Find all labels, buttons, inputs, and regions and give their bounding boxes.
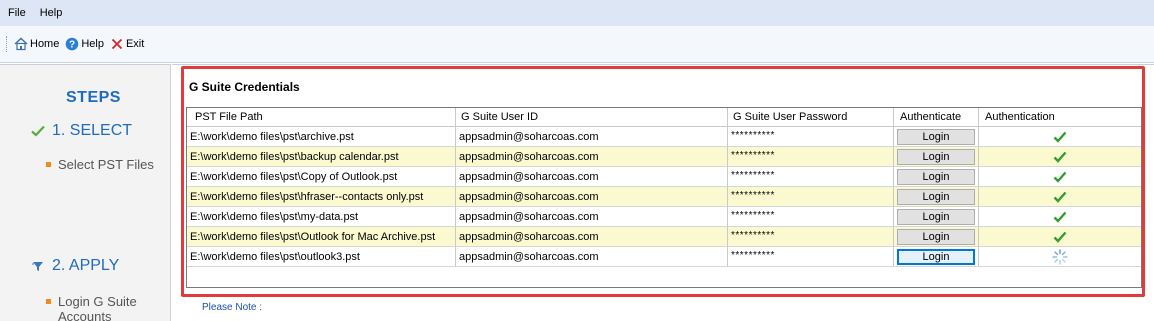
authentication-status-cell (979, 207, 1141, 227)
checkmark-icon (1053, 151, 1067, 163)
checkmark-icon (1053, 171, 1067, 183)
substep-login-accounts-label: Login G Suite Accounts (58, 294, 137, 321)
exit-button[interactable]: Exit (110, 37, 144, 51)
column-header-pst-path[interactable]: PST File Path (187, 108, 456, 126)
authenticate-cell: Login (894, 247, 979, 267)
login-button[interactable]: Login (897, 188, 975, 205)
password-cell[interactable]: ********** (728, 247, 894, 267)
pst-path-cell[interactable]: E:\work\demo files\pst\archive.pst (187, 127, 456, 147)
authenticate-cell: Login (894, 127, 979, 147)
substep-login-line1: Login G Suite (58, 294, 137, 309)
user-id-cell[interactable]: appsadmin@soharcoas.com (456, 247, 728, 267)
user-id-cell[interactable]: appsadmin@soharcoas.com (456, 207, 728, 227)
menu-file[interactable]: File (8, 7, 26, 19)
password-cell[interactable]: ********** (728, 147, 894, 167)
menu-bar: File Help (0, 0, 1154, 26)
bullet-icon (46, 162, 51, 167)
authentication-status-cell (979, 247, 1141, 267)
authenticate-cell: Login (894, 167, 979, 187)
grid-header-row: PST File Path G Suite User ID G Suite Us… (187, 108, 1141, 127)
authenticate-cell: Login (894, 187, 979, 207)
login-button[interactable]: Login (897, 128, 975, 145)
table-row[interactable]: E:\work\demo files\pst\archive.pst appsa… (187, 127, 1141, 147)
toolbar-grip (6, 36, 9, 52)
panel-title: G Suite Credentials (189, 80, 300, 94)
svg-text:?: ? (69, 40, 75, 51)
login-button[interactable]: Login (897, 148, 975, 165)
step-apply-label: 2. APPLY (52, 257, 120, 274)
spinner-icon (1052, 248, 1068, 265)
column-header-authenticate[interactable]: Authenticate (894, 108, 979, 126)
authentication-status-cell (979, 127, 1141, 147)
password-cell[interactable]: ********** (728, 187, 894, 207)
checkmark-icon (1053, 191, 1067, 203)
checkmark-icon (1053, 231, 1067, 243)
menu-help[interactable]: Help (40, 7, 63, 19)
authentication-status-cell (979, 187, 1141, 207)
step-select-label: 1. SELECT (52, 122, 133, 139)
login-button[interactable]: Login (897, 168, 975, 185)
authentication-status-cell (979, 147, 1141, 167)
home-icon (14, 37, 28, 51)
pst-path-cell[interactable]: E:\work\demo files\pst\Outlook for Mac A… (187, 227, 456, 247)
pst-path-cell[interactable]: E:\work\demo files\pst\outlook3.pst (187, 247, 456, 267)
help-label: Help (81, 38, 104, 50)
user-id-cell[interactable]: appsadmin@soharcoas.com (456, 227, 728, 247)
table-row[interactable]: E:\work\demo files\pst\backup calendar.p… (187, 147, 1141, 167)
password-cell[interactable]: ********** (728, 127, 894, 147)
help-button[interactable]: ? Help (65, 37, 104, 51)
table-row[interactable]: E:\work\demo files\pst\outlook3.pst apps… (187, 247, 1141, 267)
login-button[interactable]: Login (897, 228, 975, 245)
checkmark-icon (1053, 211, 1067, 223)
steps-sidebar: STEPS 1. SELECT Select PST Files 2. APPL… (0, 64, 171, 321)
authenticate-cell: Login (894, 227, 979, 247)
user-id-cell[interactable]: appsadmin@soharcoas.com (456, 187, 728, 207)
toolbar: Home ? Help Exit (0, 26, 1154, 63)
login-button[interactable]: Login (897, 248, 975, 265)
column-header-password[interactable]: G Suite User Password (728, 108, 894, 126)
steps-title: STEPS (66, 89, 121, 106)
checkmark-icon (30, 123, 46, 139)
exit-label: Exit (125, 38, 145, 50)
home-label: Home (30, 38, 60, 50)
password-cell[interactable]: ********** (728, 207, 894, 227)
table-row[interactable]: E:\work\demo files\pst\Outlook for Mac A… (187, 227, 1141, 247)
step-apply: 2. APPLY (30, 257, 119, 275)
substep-select-pst-label: Select PST Files (58, 157, 154, 172)
authentication-status-cell (979, 227, 1141, 247)
substep-select-pst: Select PST Files (46, 157, 154, 172)
substep-login-line2: Accounts (58, 309, 112, 321)
user-id-cell[interactable]: appsadmin@soharcoas.com (456, 147, 728, 167)
authenticate-cell: Login (894, 147, 979, 167)
bullet-icon (46, 299, 51, 304)
credentials-grid: PST File Path G Suite User ID G Suite Us… (186, 107, 1142, 288)
password-cell[interactable]: ********** (728, 227, 894, 247)
pst-path-cell[interactable]: E:\work\demo files\pst\my-data.pst (187, 207, 456, 227)
user-id-cell[interactable]: appsadmin@soharcoas.com (456, 167, 728, 187)
please-note-label: Please Note : (202, 302, 263, 313)
step-select: 1. SELECT (30, 122, 132, 140)
column-header-authentication[interactable]: Authentication (979, 108, 1141, 126)
substep-login-accounts: Login G Suite Accounts (46, 294, 137, 321)
authenticate-cell: Login (894, 207, 979, 227)
login-button[interactable]: Login (897, 208, 975, 225)
password-cell[interactable]: ********** (728, 167, 894, 187)
pst-path-cell[interactable]: E:\work\demo files\pst\Copy of Outlook.p… (187, 167, 456, 187)
pst-path-cell[interactable]: E:\work\demo files\pst\hfraser--contacts… (187, 187, 456, 207)
close-icon (110, 37, 124, 51)
checkmark-icon (1053, 131, 1067, 143)
column-header-user-id[interactable]: G Suite User ID (456, 108, 728, 126)
table-row[interactable]: E:\work\demo files\pst\hfraser--contacts… (187, 187, 1141, 207)
table-row[interactable]: E:\work\demo files\pst\my-data.pst appsa… (187, 207, 1141, 227)
pst-path-cell[interactable]: E:\work\demo files\pst\backup calendar.p… (187, 147, 456, 167)
funnel-icon (30, 258, 46, 274)
help-icon: ? (65, 37, 79, 51)
authentication-status-cell (979, 167, 1141, 187)
home-button[interactable]: Home (14, 37, 59, 51)
table-row[interactable]: E:\work\demo files\pst\Copy of Outlook.p… (187, 167, 1141, 187)
user-id-cell[interactable]: appsadmin@soharcoas.com (456, 127, 728, 147)
